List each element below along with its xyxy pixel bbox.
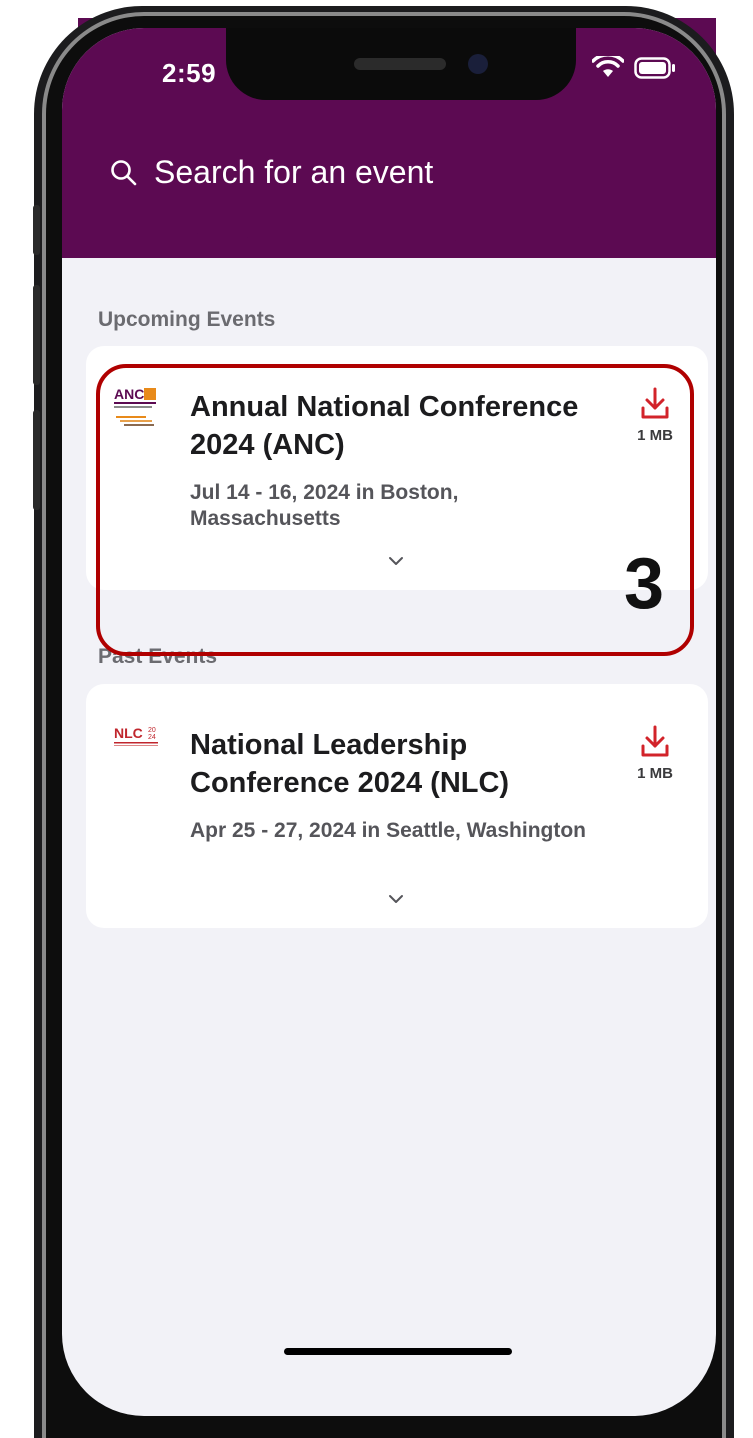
header-wave [62,208,716,245]
notch-speaker [354,58,446,70]
battery-icon [634,57,675,79]
event-dates-location: Apr 25 - 27, 2024 in Seattle, Washington [190,819,586,842]
app-screen: 2:59 Search for an event Upcoming Events… [62,28,716,1416]
svg-text:24: 24 [148,734,156,741]
wifi-icon [592,56,624,77]
event-title[interactable]: National Leadership Conference 2024 (NLC… [190,726,590,802]
svg-text:NLC: NLC [114,725,143,741]
event-card-nlc[interactable]: NLC 20 24 National Leadership Conference… [86,684,708,928]
download-button[interactable]: 1 MB [624,724,686,782]
notch-camera [468,54,488,74]
status-icons [592,56,676,80]
nlc-logo: NLC 20 24 [114,724,158,759]
silent-switch [33,205,40,255]
download-size: 1 MB [637,765,673,782]
highlight-box [96,364,694,656]
volume-down-button [33,410,40,510]
search-bar[interactable]: Search for an event [110,154,433,191]
chevron-down-icon[interactable] [388,894,404,904]
search-icon [111,159,137,185]
volume-up-button [33,285,40,385]
search-input[interactable]: Search for an event [154,154,433,191]
status-time: 2:59 [162,58,217,88]
upcoming-events-heading: Upcoming Events [98,308,276,331]
svg-text:20: 20 [148,727,156,734]
download-icon [641,725,669,757]
home-indicator [284,1348,512,1355]
step-number-label: 3 [624,544,665,624]
